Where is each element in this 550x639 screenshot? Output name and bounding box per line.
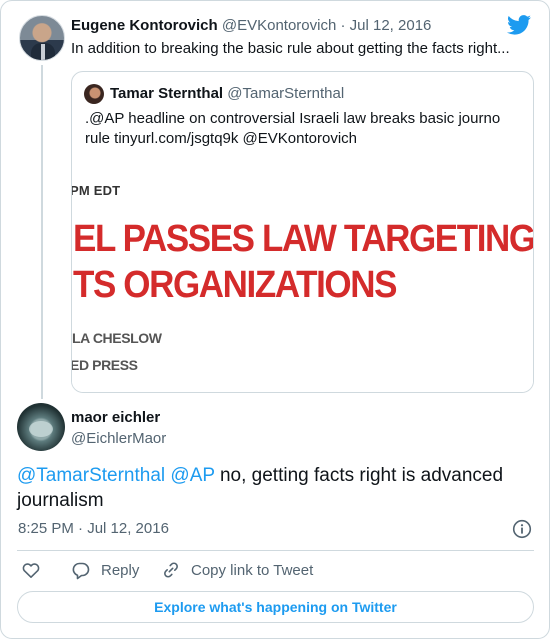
article-headline-line-2: TS ORGANIZATIONS xyxy=(73,263,397,306)
quoted-tweet-text: .@AP headline on controversial Israeli l… xyxy=(85,110,501,147)
quoted-author-name: Tamar Sternthal xyxy=(110,85,224,102)
embedded-tweet-card: Eugene Kontorovich @EVKontorovich · Jul … xyxy=(0,0,550,639)
thread-connector-line xyxy=(41,65,43,399)
avatar-highlight xyxy=(29,421,53,437)
copy-link-label: Copy link to Tweet xyxy=(191,561,314,579)
parent-tweet-date[interactable]: Jul 12, 2016 xyxy=(350,17,432,34)
article-timestamp: PM EDT xyxy=(72,183,121,198)
main-author-handle[interactable]: @EichlerMaor xyxy=(71,430,166,447)
reply-label: Reply xyxy=(101,561,140,579)
article-organization: ED PRESS xyxy=(72,357,138,373)
parent-tweet-text: In addition to breaking the basic rule a… xyxy=(71,40,510,57)
reply-button[interactable]: Reply xyxy=(71,560,139,580)
main-tweet-text: @TamarSternthal @AP no, getting facts ri… xyxy=(17,463,537,513)
info-icon[interactable] xyxy=(512,519,532,539)
quoted-tweet-image[interactable]: PM EDT EL PASSES LAW TARGETING HUM TS OR… xyxy=(72,170,534,392)
tweet-actions-bar: Reply Copy link to Tweet xyxy=(17,560,534,582)
twitter-bird-icon[interactable] xyxy=(507,15,531,35)
parent-author-avatar[interactable] xyxy=(19,15,65,61)
link-icon xyxy=(164,562,178,578)
parent-tweet-header: Eugene Kontorovich @EVKontorovich · Jul … xyxy=(71,17,431,34)
main-author-avatar[interactable] xyxy=(17,403,65,451)
main-tweet-timestamp[interactable]: 8:25 PM · Jul 12, 2016 xyxy=(18,520,169,537)
actions-divider xyxy=(17,550,534,551)
explore-twitter-button[interactable]: Explore what's happening on Twitter xyxy=(17,591,534,623)
parent-author-name[interactable]: Eugene Kontorovich xyxy=(71,17,218,34)
quoted-author-avatar xyxy=(84,84,104,104)
main-author-name[interactable]: maor eichler xyxy=(71,409,160,426)
mention-tamarsternthal-link[interactable]: @TamarSternthal xyxy=(17,465,165,486)
avatar-tie xyxy=(41,44,45,60)
article-byline: LA CHESLOW xyxy=(72,330,162,346)
speech-bubble-icon xyxy=(72,562,90,580)
article-headline-line-1: EL PASSES LAW TARGETING HUM xyxy=(73,217,534,260)
heart-icon xyxy=(22,563,40,578)
copy-link-button[interactable]: Copy link to Tweet xyxy=(161,560,313,580)
like-button[interactable] xyxy=(21,560,51,580)
parent-author-handle[interactable]: @EVKontorovich xyxy=(222,17,336,34)
quoted-author-handle: @TamarSternthal xyxy=(227,85,345,102)
quoted-tweet-header: Tamar Sternthal @TamarSternthal xyxy=(110,85,344,102)
quoted-tweet[interactable]: Tamar Sternthal @TamarSternthal .@AP hea… xyxy=(71,71,534,393)
mention-ap-link[interactable]: @AP xyxy=(170,465,214,486)
header-separator: · xyxy=(340,17,346,34)
